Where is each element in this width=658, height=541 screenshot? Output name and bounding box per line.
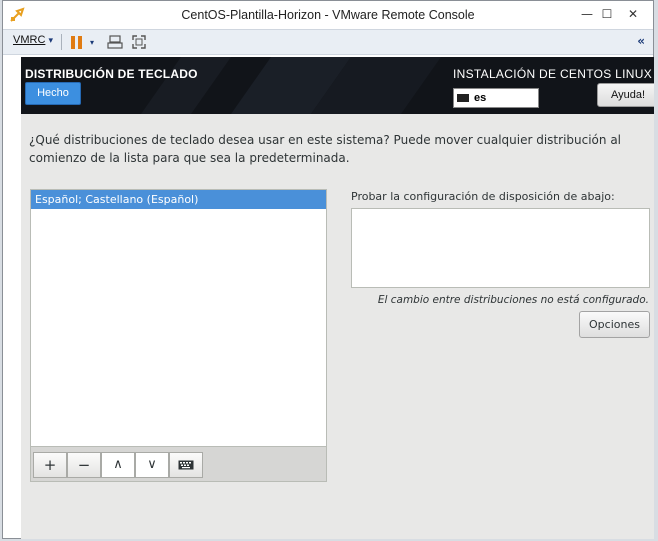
options-button[interactable]: Opciones xyxy=(579,311,650,338)
keyboard-preview-button[interactable] xyxy=(169,452,203,478)
maximize-button[interactable]: ☐ xyxy=(595,5,619,23)
header-pattern xyxy=(141,57,441,114)
vmrc-menu-label: VMRC xyxy=(13,34,46,46)
remove-layout-button[interactable]: − xyxy=(67,452,101,478)
send-keys-icon[interactable] xyxy=(107,34,123,50)
keyboard-layout-indicator[interactable]: es xyxy=(453,88,539,108)
installer-header: DISTRIBUCIÓN DE TECLADO Hecho INSTALACIÓ… xyxy=(21,57,654,114)
done-button[interactable]: Hecho xyxy=(25,82,81,105)
installer-title: INSTALACIÓN DE CENTOS LINUX 8 xyxy=(453,67,654,81)
move-up-button[interactable]: ∧ xyxy=(101,452,135,478)
add-layout-button[interactable]: + xyxy=(33,452,67,478)
vmrc-window: CentOS-Plantilla-Horizon - VMware Remote… xyxy=(2,0,654,539)
close-button[interactable]: ✕ xyxy=(621,5,645,23)
title-bar: CentOS-Plantilla-Horizon - VMware Remote… xyxy=(3,1,653,29)
test-layout-label: Probar la configuración de disposición d… xyxy=(351,190,615,203)
test-layout-input[interactable] xyxy=(351,208,650,288)
page-title: DISTRIBUCIÓN DE TECLADO xyxy=(25,67,198,81)
window-title: CentOS-Plantilla-Horizon - VMware Remote… xyxy=(181,8,475,22)
move-down-button[interactable]: ∨ xyxy=(135,452,169,478)
keyboard-icon xyxy=(457,94,469,102)
vm-console[interactable]: DISTRIBUCIÓN DE TECLADO Hecho INSTALACIÓ… xyxy=(21,57,654,539)
pause-icon[interactable] xyxy=(71,36,82,49)
vmrc-toolbar: VMRC ▾ ▾ « xyxy=(3,29,653,55)
layout-switch-note: El cambio entre distribuciones no está c… xyxy=(377,294,649,306)
layout-list-toolbar: + − ∧ ∨ xyxy=(30,446,327,482)
toolbar-divider xyxy=(61,34,62,50)
fullscreen-icon[interactable] xyxy=(131,34,147,50)
help-button[interactable]: Ayuda! xyxy=(597,83,654,107)
chevron-down-icon: ▾ xyxy=(48,35,53,45)
layout-list[interactable]: Español; Castellano (Español) xyxy=(30,189,327,482)
pause-menu-chevron-icon[interactable]: ▾ xyxy=(90,38,94,47)
keyboard-icon xyxy=(178,460,194,470)
collapse-toolbar-icon[interactable]: « xyxy=(637,34,645,48)
vmrc-menu-button[interactable]: VMRC ▾ xyxy=(13,34,53,46)
list-item[interactable]: Español; Castellano (Español) xyxy=(31,190,326,209)
keyboard-layout-code: es xyxy=(474,92,487,104)
layout-question: ¿Qué distribuciones de teclado desea usa… xyxy=(29,133,622,165)
